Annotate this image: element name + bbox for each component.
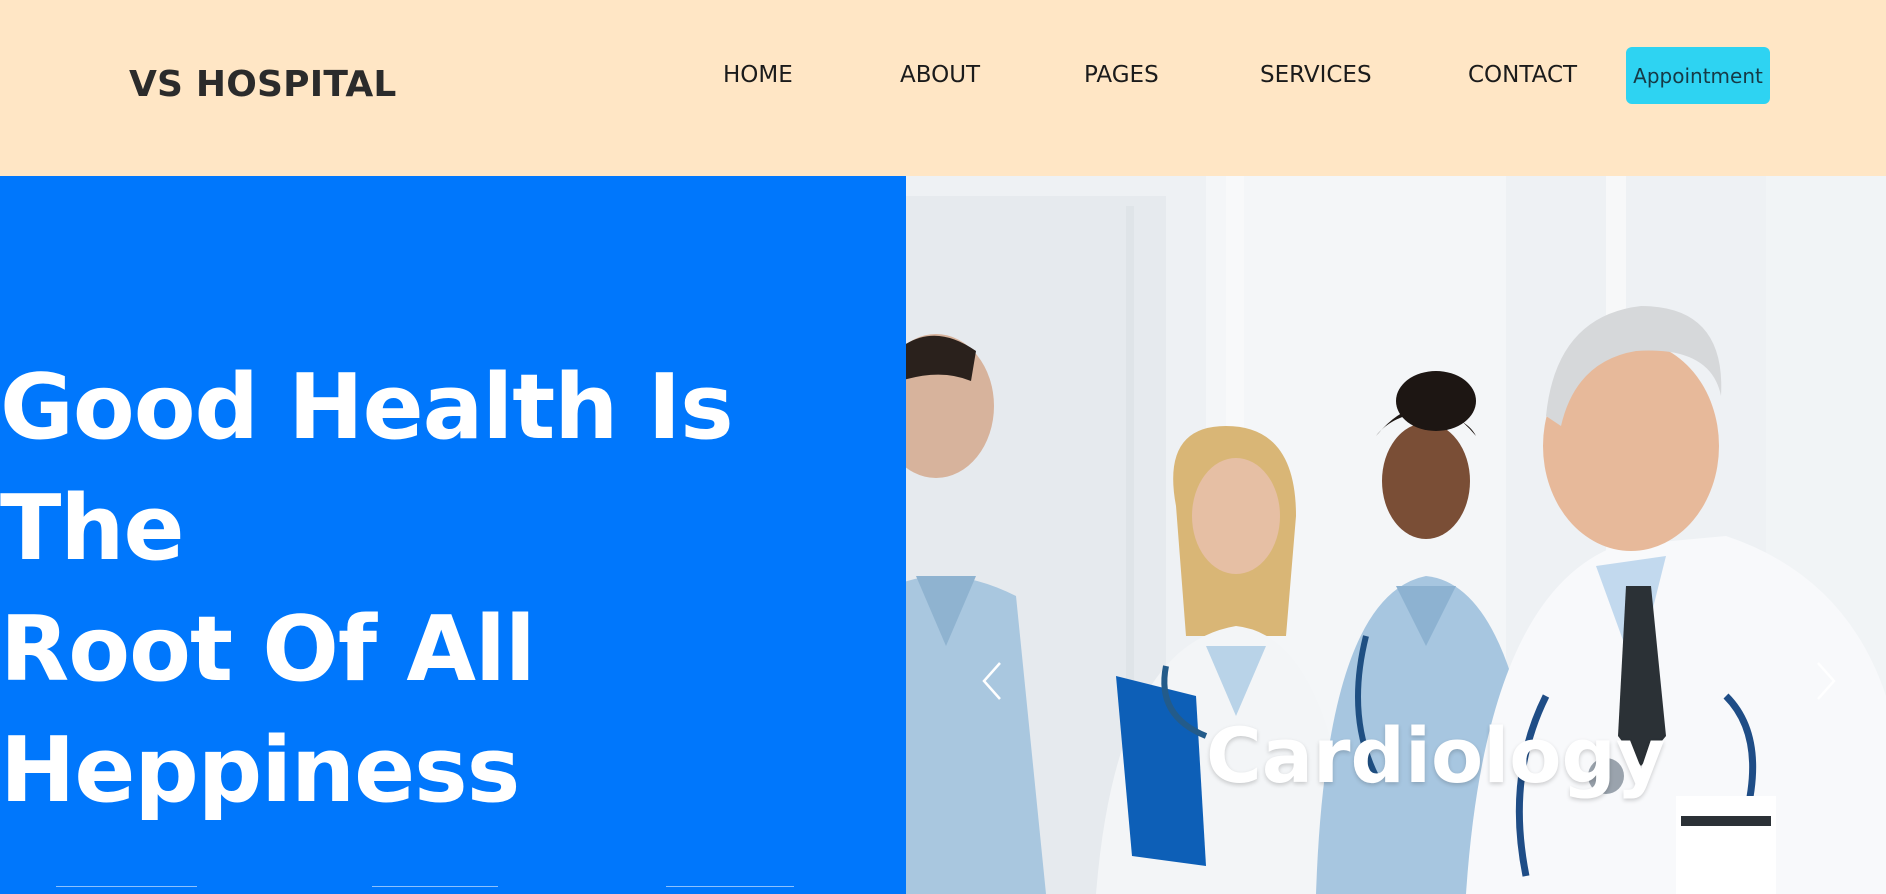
divider-line: [372, 886, 498, 887]
slide-caption: Cardiology: [1206, 711, 1666, 800]
divider-line: [666, 886, 794, 887]
nav-contact-link[interactable]: CONTACT: [1468, 62, 1577, 88]
nav-pages-link[interactable]: PAGES: [1084, 62, 1159, 88]
chevron-left-icon: [982, 662, 1001, 700]
hero-text-panel: Good Health Is The Root Of All Heppiness: [0, 176, 906, 894]
carousel-prev-button[interactable]: [972, 651, 1012, 711]
hero-headline: Good Health Is The Root Of All Heppiness: [0, 347, 900, 831]
hero-carousel[interactable]: Cardiology: [906, 176, 1886, 894]
carousel-next-button[interactable]: [1806, 651, 1846, 711]
appointment-button[interactable]: Appointment: [1626, 47, 1770, 104]
hero-headline-line: Root Of All: [0, 597, 536, 702]
hero-headline-line: Good Health Is The: [0, 355, 734, 581]
nav-home-link[interactable]: HOME: [723, 62, 793, 88]
brand-logo-text[interactable]: VS HOSPITAL: [129, 64, 397, 105]
nav-services-link[interactable]: SERVICES: [1260, 62, 1372, 88]
top-navbar: VS HOSPITAL HOME ABOUT PAGES SERVICES CO…: [0, 0, 1886, 176]
nav-about-link[interactable]: ABOUT: [900, 62, 980, 88]
divider-line: [56, 886, 197, 887]
hero-headline-line: Heppiness: [0, 718, 520, 823]
chevron-right-icon: [1817, 662, 1836, 700]
